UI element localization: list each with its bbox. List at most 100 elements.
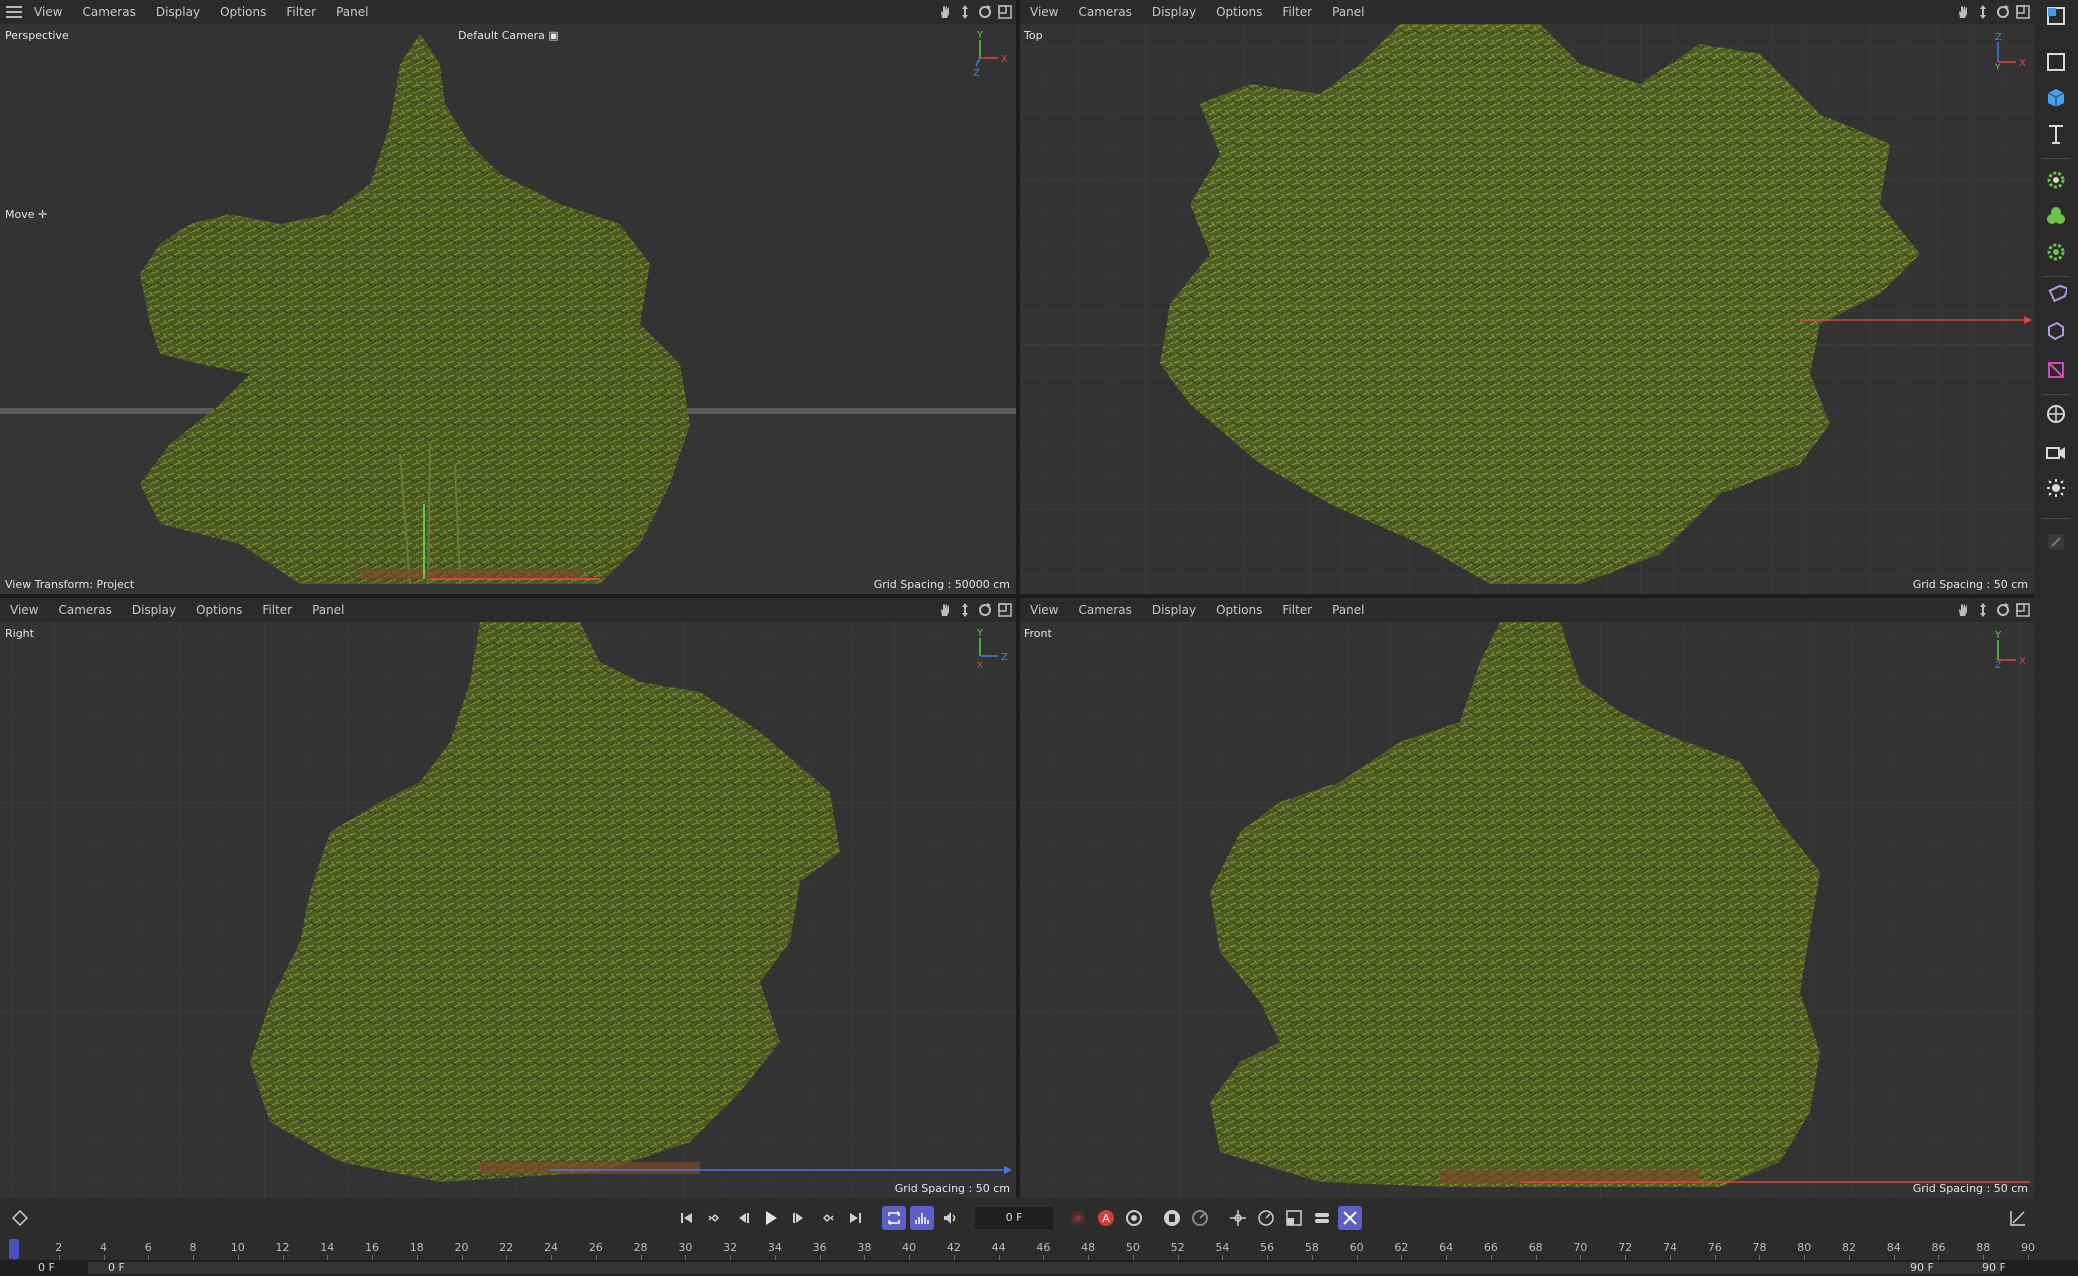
menu-cameras[interactable]: Cameras <box>72 0 145 24</box>
menu-filter[interactable]: Filter <box>1272 0 1322 24</box>
keyframe-settings-icon[interactable] <box>1122 1206 1146 1230</box>
ruler-tick-label: 60 <box>1349 1241 1364 1254</box>
ruler-tick-label: 14 <box>320 1241 335 1254</box>
maximize-view-icon[interactable] <box>2016 5 2030 19</box>
viewport-top[interactable]: View Cameras Display Options Filter Pane… <box>1020 0 2034 594</box>
prev-frame-icon[interactable] <box>731 1206 755 1230</box>
tag-icon[interactable] <box>2040 278 2072 310</box>
playhead[interactable] <box>9 1239 19 1259</box>
menu-display[interactable]: Display <box>1142 0 1206 24</box>
sound-icon[interactable] <box>938 1206 962 1230</box>
play-icon[interactable] <box>759 1206 783 1230</box>
param-key-icon[interactable] <box>1310 1206 1334 1230</box>
spline-gear-icon[interactable] <box>2040 164 2072 196</box>
cube-solid-icon[interactable] <box>2040 82 2072 114</box>
viewport-divider-horizontal[interactable] <box>0 594 2034 598</box>
menu-view[interactable]: View <box>0 598 48 622</box>
menu-cameras[interactable]: Cameras <box>1068 0 1141 24</box>
position-key-icon[interactable] <box>1226 1206 1250 1230</box>
right-scene[interactable] <box>0 622 1016 1198</box>
record-disabled-icon[interactable] <box>1066 1206 1090 1230</box>
viewport-right[interactable]: View Cameras Display Options Filter Pane… <box>0 598 1016 1198</box>
current-frame-field[interactable]: 0 F <box>975 1207 1053 1229</box>
menu-panel[interactable]: Panel <box>326 0 378 24</box>
generator-icon[interactable] <box>2040 200 2072 232</box>
preview-end-value[interactable]: 90 F <box>1910 1261 1934 1275</box>
front-scene[interactable] <box>1020 622 2034 1198</box>
preview-range-bar[interactable]: 0 F 0 F 90 F 90 F <box>0 1260 2078 1276</box>
menu-filter[interactable]: Filter <box>276 0 326 24</box>
material-icon[interactable] <box>2040 354 2072 386</box>
menu-options[interactable]: Options <box>210 0 276 24</box>
goto-start-icon[interactable] <box>675 1206 699 1230</box>
onion-icon[interactable] <box>1188 1206 1212 1230</box>
viewport-front[interactable]: View Cameras Display Options Filter Pane… <box>1020 598 2034 1198</box>
menu-filter[interactable]: Filter <box>1272 598 1322 622</box>
light-icon[interactable] <box>2040 472 2072 504</box>
rotate-view-icon[interactable] <box>978 603 992 617</box>
preview-start-value[interactable]: 0 F <box>108 1261 125 1275</box>
rotate-view-icon[interactable] <box>978 5 992 19</box>
viewport-perspective[interactable]: View Cameras Display Options Filter Pane… <box>0 0 1016 594</box>
menu-options[interactable]: Options <box>1206 598 1272 622</box>
text-tool-icon[interactable] <box>2040 118 2072 150</box>
menu-options[interactable]: Options <box>1206 0 1272 24</box>
menu-view[interactable]: View <box>1020 598 1068 622</box>
camera-label[interactable]: Default Camera ▣ <box>458 29 559 42</box>
next-key-icon[interactable] <box>815 1206 839 1230</box>
menu-panel[interactable]: Panel <box>302 598 354 622</box>
loop-icon[interactable] <box>882 1206 906 1230</box>
menu-panel[interactable]: Panel <box>1322 0 1374 24</box>
move-view-icon[interactable] <box>1976 5 1990 19</box>
pla-key-icon[interactable] <box>1338 1206 1362 1230</box>
rotation-key-icon[interactable] <box>1254 1206 1278 1230</box>
rotate-view-icon[interactable] <box>1996 603 2010 617</box>
extra-tool-icon[interactable] <box>2040 526 2072 558</box>
move-view-icon[interactable] <box>1976 603 1990 617</box>
menu-options[interactable]: Options <box>186 598 252 622</box>
viewport-divider-vertical[interactable] <box>1016 0 1020 1198</box>
field-icon[interactable] <box>2040 314 2072 346</box>
bounce-icon[interactable] <box>910 1206 934 1230</box>
move-view-icon[interactable] <box>958 603 972 617</box>
view-layout-icon[interactable] <box>2040 0 2072 32</box>
pan-hand-icon[interactable] <box>1956 603 1970 617</box>
deformer-gear-icon[interactable] <box>2040 236 2072 268</box>
menu-filter[interactable]: Filter <box>252 598 302 622</box>
cube-outline-icon[interactable] <box>2040 46 2072 78</box>
maximize-view-icon[interactable] <box>998 603 1012 617</box>
menu-display[interactable]: Display <box>1142 598 1206 622</box>
menu-display[interactable]: Display <box>122 598 186 622</box>
motion-icon[interactable] <box>1160 1206 1184 1230</box>
menu-cameras[interactable]: Cameras <box>1068 598 1141 622</box>
top-scene[interactable] <box>1020 24 2034 594</box>
prev-key-icon[interactable] <box>703 1206 727 1230</box>
preview-range-slider[interactable] <box>88 1262 2000 1274</box>
ruler-tick-label: 64 <box>1439 1241 1454 1254</box>
rotate-view-icon[interactable] <box>1996 5 2010 19</box>
menu-display[interactable]: Display <box>146 0 210 24</box>
fcurve-icon[interactable] <box>2006 1206 2030 1230</box>
start-frame-value[interactable]: 0 F <box>38 1261 55 1275</box>
keyframe-diamond-icon[interactable] <box>8 1206 32 1230</box>
autokey-icon[interactable]: A <box>1094 1206 1118 1230</box>
pan-hand-icon[interactable] <box>938 5 952 19</box>
menu-view[interactable]: View <box>24 0 72 24</box>
maximize-view-icon[interactable] <box>998 5 1012 19</box>
camera-icon[interactable] <box>2040 436 2072 468</box>
pan-hand-icon[interactable] <box>938 603 952 617</box>
perspective-scene[interactable] <box>0 24 1016 594</box>
end-frame-value[interactable]: 90 F <box>1982 1261 2006 1275</box>
timeline-ruler[interactable]: 0246810121416182022242628303234363840424… <box>0 1238 2078 1260</box>
maximize-view-icon[interactable] <box>2016 603 2030 617</box>
scale-key-icon[interactable] <box>1282 1206 1306 1230</box>
menu-view[interactable]: View <box>1020 0 1068 24</box>
menu-panel[interactable]: Panel <box>1322 598 1374 622</box>
goto-end-icon[interactable] <box>843 1206 867 1230</box>
menu-cameras[interactable]: Cameras <box>48 598 121 622</box>
move-view-icon[interactable] <box>958 5 972 19</box>
pan-hand-icon[interactable] <box>1956 5 1970 19</box>
environment-icon[interactable] <box>2040 398 2072 430</box>
next-frame-icon[interactable] <box>787 1206 811 1230</box>
viewport-menu-icon[interactable] <box>6 6 22 18</box>
